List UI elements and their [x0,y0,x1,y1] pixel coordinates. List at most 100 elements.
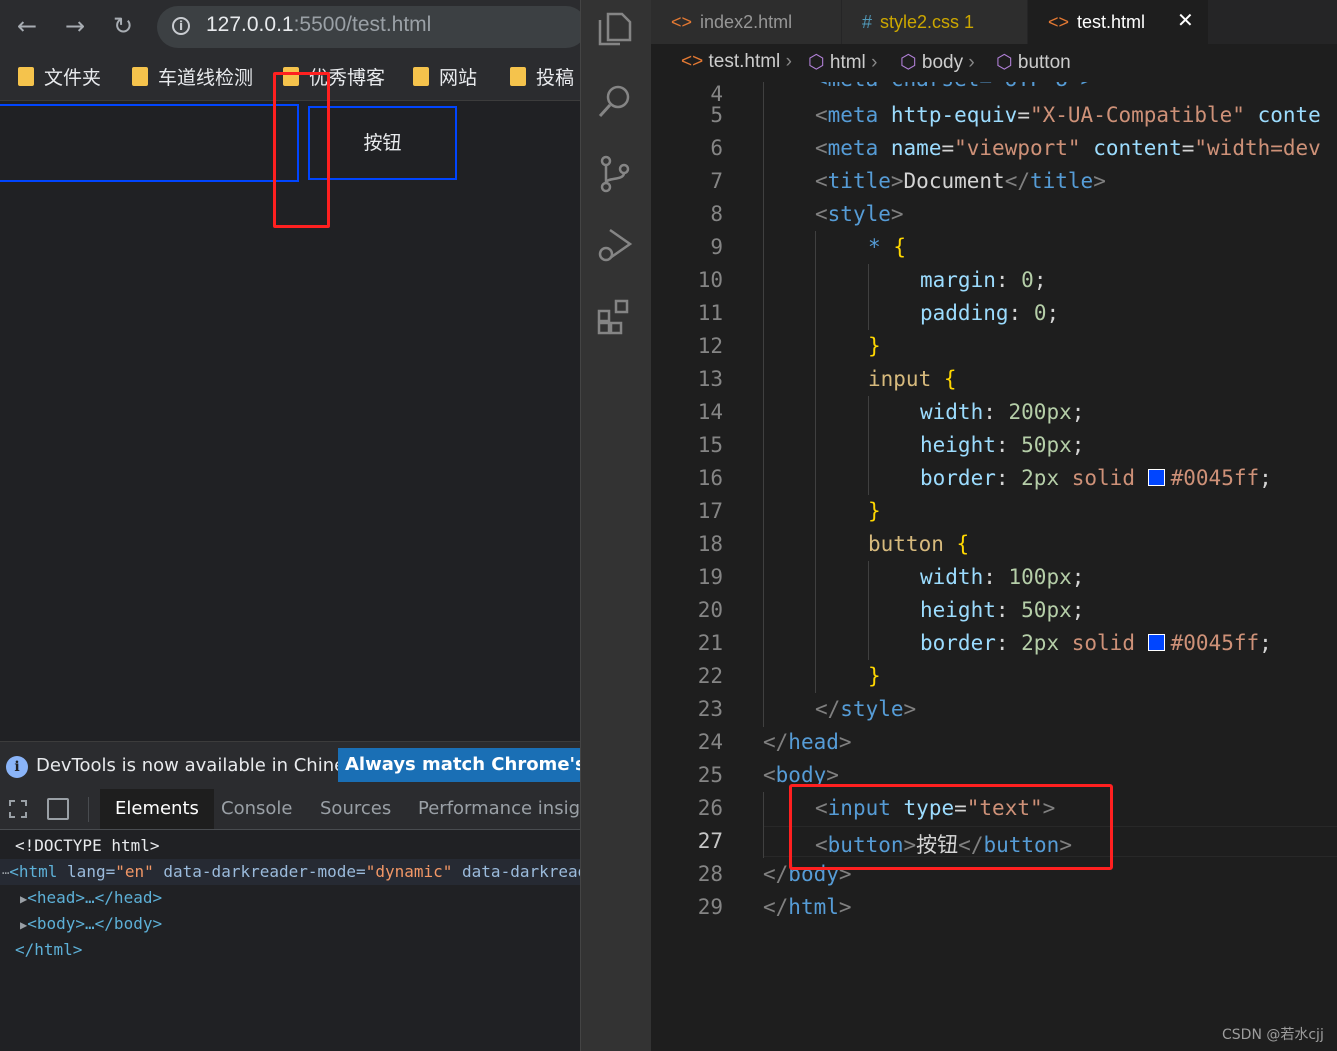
bookmark-folder[interactable]: 网站 [413,63,477,89]
breadcrumb-label: button [1017,52,1071,73]
code-line[interactable]: padding: 0; [920,301,1059,325]
code-line[interactable]: </head> [763,730,852,754]
line-number: 5 [710,103,723,127]
code-token: 0 [1033,301,1047,325]
html-close-tag: </html> [15,940,83,959]
line-number: 10 [697,268,723,292]
code-token: border [920,466,996,490]
code-token: 100px [1008,565,1072,589]
demo-button[interactable]: 按钮 [308,106,457,180]
breadcrumb-item[interactable]: ⬡ button [996,51,1071,74]
attr-name: lang= [67,862,116,881]
line-number: 15 [697,433,723,457]
dom-body-node[interactable]: ▶<body>…</body> [20,911,162,937]
annotation-red-box [789,784,1113,870]
tab-sources[interactable]: Sources [305,789,406,829]
code-token: * [868,235,881,259]
line-number-current: 27 [697,829,723,853]
code-line[interactable]: </html> [763,895,852,919]
code-line[interactable]: } [868,499,881,523]
code-line[interactable]: width: 200px; [920,400,1084,424]
code-line[interactable]: border: 2px solid #0045ff; [920,631,1272,655]
line-number: 19 [697,565,723,589]
code-line[interactable]: * { [868,235,906,259]
code-line[interactable]: height: 50px; [920,598,1084,622]
run-debug-icon[interactable] [596,226,634,264]
extensions-icon[interactable] [596,298,634,336]
tab-elements[interactable]: Elements [100,789,214,829]
tab-style2-css[interactable]: # style2.css 1 [842,0,1027,44]
attr-value: "dynamic" [365,862,453,881]
match-language-button[interactable]: Always match Chrome's language [338,748,600,782]
code-line[interactable]: </style> [815,697,916,721]
source-control-icon[interactable] [596,155,634,193]
dom-html-close[interactable]: </html> [15,937,82,963]
code-line[interactable]: margin: 0; [920,268,1046,292]
demo-text-input[interactable] [0,104,299,182]
line-number: 18 [697,532,723,556]
code-line[interactable]: } [868,334,881,358]
watermark: CSDN @若水cjj [1222,1027,1324,1043]
line-number: 9 [710,235,723,259]
forward-arrow-icon[interactable]: → [62,13,88,39]
code-line[interactable]: width: 100px; [920,565,1084,589]
code-token: 50px [1021,433,1072,457]
indent-guide [868,396,869,495]
code-line[interactable]: <meta name="viewport" content="width=dev [815,136,1321,160]
tab-console[interactable]: Console [206,789,307,829]
code-line[interactable]: input { [868,367,957,391]
explorer-icon[interactable] [596,10,634,48]
breadcrumb-item[interactable]: <> test.html › [681,51,792,73]
bookmark-folder[interactable]: 车道线检测 [132,63,253,89]
code-token: width [920,565,984,589]
color-swatch-icon[interactable] [1147,634,1165,651]
breadcrumb-item[interactable]: ⬡ body › [900,51,975,74]
html-tag: <html [9,862,58,881]
dom-html-node[interactable]: ⋯<html lang="en" data-darkreader-mode="d… [2,859,674,885]
search-icon[interactable] [596,82,634,120]
inspect-element-icon[interactable] [9,800,27,818]
dom-head-node[interactable]: ▶<head>…</head> [20,885,162,911]
code-line[interactable]: <style> [815,202,904,226]
tab-index2-html[interactable]: <> index2.html [651,0,841,44]
divider [88,797,89,822]
breadcrumb-label: html [829,52,866,73]
line-number: 8 [710,202,723,226]
line-number: 14 [697,400,723,424]
css-file-icon: # [862,12,873,32]
line-number: 22 [697,664,723,688]
close-icon[interactable]: ✕ [1177,8,1194,32]
tab-label: test.html [1077,12,1146,32]
line-number: 28 [697,862,723,886]
code-line[interactable]: <meta charset="UTF-8"> [815,82,1093,95]
bookmark-label: 网站 [439,66,478,89]
site-info-icon[interactable]: i [172,17,190,35]
bookmark-folder[interactable]: 投稿 [510,63,574,89]
code-line[interactable]: <meta http-equiv="X-UA-Compatible" conte [815,103,1321,127]
code-line[interactable]: button { [868,532,969,556]
body-tag: <body>…</body> [27,914,163,933]
code-token: border [920,631,996,655]
device-toolbar-icon[interactable] [47,798,69,820]
tab-label: style2.css 1 [880,12,975,32]
url-text[interactable]: 127.0.0.1:5500/test.html [206,13,431,37]
code-token: "X-UA-Compatible" [1029,103,1245,127]
line-number: 11 [697,301,723,325]
bookmark-label: 文件夹 [44,66,102,89]
code-token: solid [1071,631,1135,655]
bookmark-folder[interactable]: 文件夹 [18,63,101,89]
color-swatch-icon[interactable] [1147,469,1165,486]
reload-icon[interactable]: ↻ [110,13,136,39]
breadcrumb-item[interactable]: ⬡ html › [808,51,877,74]
doctype-text: <!DOCTYPE html> [15,836,160,855]
back-arrow-icon[interactable]: ← [14,13,40,39]
line-number: 4 [710,82,723,104]
indent-guide [868,561,869,660]
code-line[interactable]: } [868,664,881,688]
code-token: style [840,697,904,721]
dom-doctype[interactable]: <!DOCTYPE html> [15,833,160,859]
code-line[interactable]: <title>Document</title> [815,169,1106,193]
code-line[interactable]: border: 2px solid #0045ff; [920,466,1272,490]
indent-guide [763,82,764,727]
code-line[interactable]: height: 50px; [920,433,1084,457]
